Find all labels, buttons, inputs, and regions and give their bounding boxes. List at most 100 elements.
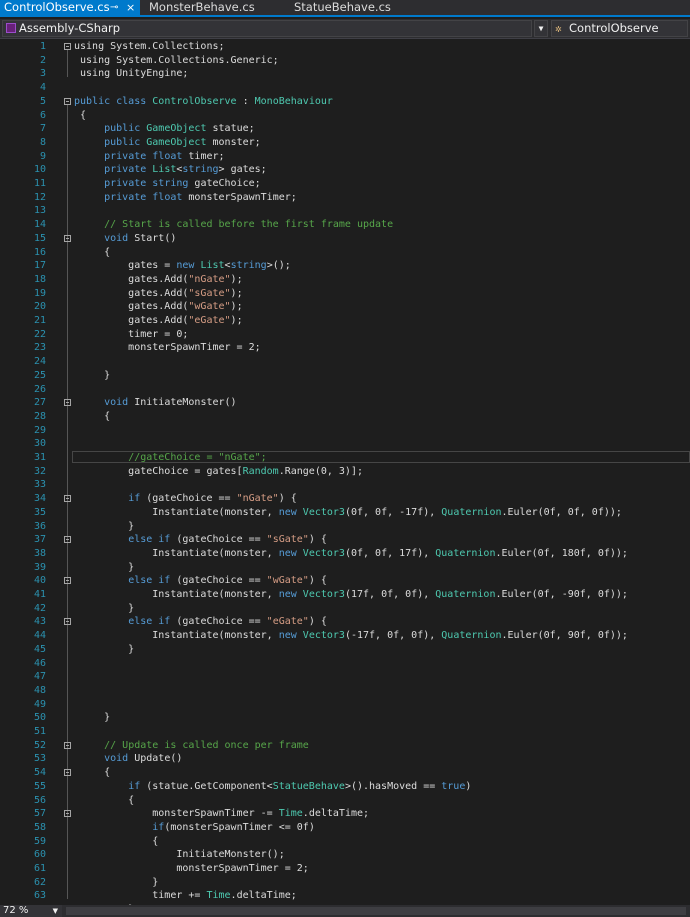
code-text: public GameObject statue;: [74, 122, 255, 136]
line-number: 57: [33, 808, 46, 820]
code-text: public class ControlObserve : MonoBehavi…: [74, 95, 333, 109]
code-line: 43 else if (gateChoice == "eGate") {: [0, 615, 690, 629]
code-token: timer = 0;: [74, 328, 189, 340]
line-number: 55: [33, 780, 46, 792]
code-token: (statue.GetComponent<: [146, 780, 273, 792]
line-number: 13: [33, 205, 46, 217]
line-number: 43: [33, 616, 46, 628]
code-text: {: [74, 835, 158, 849]
code-text: gates.Add("wGate");: [74, 300, 242, 314]
line-number: 49: [33, 698, 46, 710]
line-number: 34: [33, 493, 46, 505]
collapse-icon[interactable]: [64, 810, 71, 818]
line-number: 52: [33, 739, 46, 751]
code-token: else if: [128, 616, 177, 628]
code-token: gateChoice = gates[: [74, 465, 243, 477]
pin-icon[interactable]: ⊸: [110, 0, 118, 15]
code-token: gates.Add(: [74, 273, 189, 285]
code-token: >().hasMoved ==: [344, 780, 442, 792]
code-line: 15 void Start(): [0, 232, 690, 246]
collapse-icon[interactable]: [64, 399, 71, 407]
code-text: gates.Add("nGate");: [74, 273, 242, 287]
line-number: 36: [33, 520, 46, 532]
collapse-icon[interactable]: [64, 618, 71, 626]
tab-monster-behave[interactable]: MonsterBehave.cs: [149, 0, 255, 15]
code-token: Vector3: [302, 547, 345, 559]
code-line: 23 monsterSpawnTimer = 2;: [0, 341, 690, 355]
code-line: 39 }: [0, 561, 690, 575]
code-token: "sGate": [188, 287, 231, 299]
code-token: timer;: [182, 150, 225, 162]
code-token: monsterSpawnTimer = 2;: [74, 342, 261, 354]
close-icon[interactable]: ×: [126, 0, 135, 15]
code-token: private float: [104, 150, 183, 162]
code-token: .Euler(0f, 180f, 0f));: [495, 547, 628, 559]
code-text: {: [74, 766, 110, 780]
code-line: 36 }: [0, 520, 690, 534]
code-token: }: [74, 369, 111, 381]
collapse-icon[interactable]: [64, 234, 71, 242]
horizontal-scrollbar[interactable]: [66, 907, 686, 915]
tab-control-observe[interactable]: ControlObserve.cs ⊸ ×: [0, 0, 140, 15]
code-line: 51: [0, 725, 690, 739]
code-token: ControlObserve: [152, 95, 237, 107]
collapse-icon[interactable]: [64, 495, 71, 503]
code-text: using System.Collections;: [74, 40, 225, 54]
line-number: 46: [33, 657, 46, 669]
code-text: private string gateChoice;: [74, 177, 261, 191]
line-number: 38: [33, 547, 46, 559]
line-number: 22: [33, 328, 46, 340]
zoom-dropdown[interactable]: 72 % ▼: [0, 905, 62, 917]
code-token: Quaternion: [435, 589, 496, 600]
editor-status-bar: 72 % ▼: [0, 905, 690, 917]
navigation-bar: Assembly-CSharp ▼ ✲ ControlObserve: [0, 19, 690, 39]
code-line: 33: [0, 478, 690, 492]
code-token: "eGate": [266, 616, 309, 628]
code-token: private float: [104, 191, 183, 203]
code-line: 45 }: [0, 643, 690, 657]
chevron-down-icon[interactable]: ▼: [534, 20, 548, 37]
code-token: // Start is called before the first fram…: [104, 219, 394, 231]
line-number: 6: [39, 109, 46, 121]
code-line: 37 else if (gateChoice == "sGate") {: [0, 533, 690, 547]
collapse-icon[interactable]: [64, 741, 71, 749]
code-token: Start(): [134, 232, 177, 244]
code-token: gates.Add(: [74, 287, 189, 299]
line-number: 23: [33, 342, 46, 354]
code-line: 50 }: [0, 711, 690, 725]
code-text: }: [74, 711, 110, 725]
collapse-icon[interactable]: [64, 43, 71, 50]
code-token: (gateChoice ==: [176, 616, 267, 628]
code-token: if: [128, 493, 147, 505]
code-text: {: [74, 109, 86, 123]
collapse-icon[interactable]: [64, 536, 71, 544]
code-line: 21 gates.Add("eGate");: [0, 314, 690, 328]
collapse-icon[interactable]: [64, 577, 71, 585]
code-line: 19 gates.Add("sGate");: [0, 287, 690, 301]
code-editor[interactable]: 1 using System.Collections; 2 using System…: [0, 39, 690, 905]
code-text: monsterSpawnTimer = 2;: [74, 862, 308, 876]
code-token: monsterSpawnTimer -=: [74, 808, 279, 820]
code-token: true: [441, 780, 466, 792]
code-token: if: [128, 780, 147, 792]
code-line: 17 gates = new List<string>();: [0, 259, 690, 273]
code-token: .deltaTime;: [230, 890, 297, 902]
line-number: 20: [33, 301, 46, 313]
class-dropdown[interactable]: ✲ ControlObserve: [551, 20, 688, 37]
collapse-icon[interactable]: [64, 97, 71, 105]
collapse-icon[interactable]: [64, 769, 71, 777]
code-text: gates = new List<string>();: [74, 259, 291, 273]
project-dropdown[interactable]: Assembly-CSharp: [2, 20, 532, 37]
tab-label: ControlObserve.cs: [4, 0, 110, 14]
code-line: 40 else if (gateChoice == "wGate") {: [0, 574, 690, 588]
code-line: 59 {: [0, 835, 690, 849]
code-line: 60 InitiateMonster();: [0, 848, 690, 862]
tab-statue-behave[interactable]: StatueBehave.cs: [294, 0, 391, 15]
line-number: 58: [33, 821, 46, 833]
code-token: }: [74, 561, 135, 573]
code-line: 2 using System.Collections.Generic;: [0, 54, 690, 68]
code-line: 1 using System.Collections;: [0, 40, 690, 54]
code-token: ) {: [308, 575, 327, 587]
